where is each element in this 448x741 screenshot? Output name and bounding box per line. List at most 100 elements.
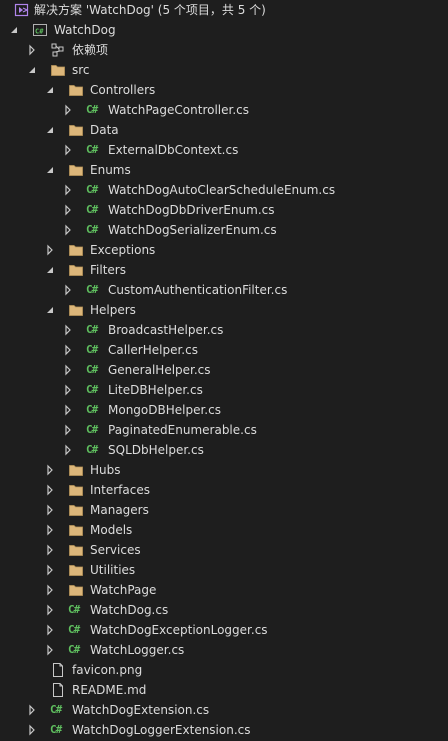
tree-row-file[interactable]: C# WatchPageController.cs <box>0 100 448 120</box>
chevron-collapsed-icon[interactable] <box>62 224 74 236</box>
csharp-file-icon: C# <box>86 103 98 116</box>
chevron-collapsed-icon[interactable] <box>62 444 74 456</box>
tree-row-folder[interactable]: Controllers <box>0 80 448 100</box>
tree-row-file[interactable]: favicon.png <box>0 660 448 680</box>
tree-item-label: src <box>72 63 90 77</box>
chevron-collapsed-icon[interactable] <box>62 424 74 436</box>
tree-row-file[interactable]: C# WatchDogDbDriverEnum.cs <box>0 200 448 220</box>
chevron-collapsed-icon[interactable] <box>26 704 38 716</box>
tree-row-file[interactable]: C# CallerHelper.cs <box>0 340 448 360</box>
tree-row-file[interactable]: C# SQLDbHelper.cs <box>0 440 448 460</box>
csharp-file-icon: C# <box>86 203 98 216</box>
tree-row-dependencies[interactable]: 依赖项 <box>0 40 448 60</box>
chevron-expanded-icon[interactable] <box>44 264 56 276</box>
tree-row-file[interactable]: C# ExternalDbContext.cs <box>0 140 448 160</box>
chevron-collapsed-icon[interactable] <box>26 724 38 736</box>
chevron-collapsed-icon[interactable] <box>62 104 74 116</box>
tree-row-file[interactable]: C# WatchDogAutoClearScheduleEnum.cs <box>0 180 448 200</box>
chevron-collapsed-icon[interactable] <box>44 464 56 476</box>
tree-row-folder[interactable]: src <box>0 60 448 80</box>
chevron-collapsed-icon[interactable] <box>44 544 56 556</box>
csharp-file-icon: C# <box>86 283 98 296</box>
chevron-collapsed-icon[interactable] <box>44 244 56 256</box>
csharp-file-icon: C# <box>68 643 80 656</box>
tree-row-file[interactable]: C# WatchDog.cs <box>0 600 448 620</box>
tree-row-file[interactable]: C# WatchDogLoggerExtension.cs <box>0 720 448 740</box>
chevron-expanded-icon[interactable] <box>44 164 56 176</box>
folder-icon <box>68 502 84 518</box>
chevron-expanded-icon[interactable] <box>44 304 56 316</box>
chevron-collapsed-icon[interactable] <box>44 484 56 496</box>
tree-row-folder[interactable]: Utilities <box>0 560 448 580</box>
chevron-collapsed-icon[interactable] <box>44 644 56 656</box>
tree-row-folder[interactable]: Helpers <box>0 300 448 320</box>
tree-row-folder[interactable]: Managers <box>0 500 448 520</box>
chevron-collapsed-icon[interactable] <box>62 204 74 216</box>
solution-icon <box>14 2 30 18</box>
chevron-collapsed-icon[interactable] <box>62 384 74 396</box>
chevron-collapsed-icon[interactable] <box>62 184 74 196</box>
csharp-file-icon: C# <box>86 403 98 416</box>
tree-item-label: WatchDogAutoClearScheduleEnum.cs <box>108 183 336 197</box>
folder-icon <box>68 162 84 178</box>
tree-row-file[interactable]: C# CustomAuthenticationFilter.cs <box>0 280 448 300</box>
chevron-expanded-icon[interactable] <box>8 24 20 36</box>
chevron-collapsed-icon[interactable] <box>62 324 74 336</box>
csharp-file-icon: C# <box>50 723 62 736</box>
csharp-file-icon: C# <box>68 623 80 636</box>
chevron-collapsed-icon[interactable] <box>62 284 74 296</box>
tree-row-folder[interactable]: Data <box>0 120 448 140</box>
dependencies-icon <box>50 42 66 58</box>
tree-row-project[interactable]: C# WatchDog <box>0 20 448 40</box>
tree-item-label: Services <box>90 543 141 557</box>
csharp-file-icon: C# <box>50 703 62 716</box>
chevron-collapsed-icon[interactable] <box>44 524 56 536</box>
chevron-collapsed-icon[interactable] <box>62 404 74 416</box>
tree-row-folder[interactable]: Interfaces <box>0 480 448 500</box>
folder-icon <box>68 122 84 138</box>
tree-row-folder[interactable]: Enums <box>0 160 448 180</box>
chevron-collapsed-icon[interactable] <box>62 144 74 156</box>
chevron-collapsed-icon[interactable] <box>62 364 74 376</box>
tree-row-folder[interactable]: Models <box>0 520 448 540</box>
tree-row-file[interactable]: C# GeneralHelper.cs <box>0 360 448 380</box>
folder-icon <box>68 522 84 538</box>
tree-item-label: SQLDbHelper.cs <box>108 443 204 457</box>
csharp-file-icon: C# <box>86 363 98 376</box>
chevron-collapsed-icon[interactable] <box>44 584 56 596</box>
tree-row-folder[interactable]: WatchPage <box>0 580 448 600</box>
tree-row-file[interactable]: C# WatchDogExtension.cs <box>0 700 448 720</box>
chevron-collapsed-icon[interactable] <box>44 624 56 636</box>
chevron-collapsed-icon[interactable] <box>26 44 38 56</box>
tree-row-solution[interactable]: 解决方案 'WatchDog' (5 个项目，共 5 个) <box>0 0 448 20</box>
chevron-collapsed-icon[interactable] <box>62 344 74 356</box>
tree-row-file[interactable]: C# WatchDogSerializerEnum.cs <box>0 220 448 240</box>
chevron-expanded-icon[interactable] <box>44 84 56 96</box>
tree-row-file[interactable]: C# BroadcastHelper.cs <box>0 320 448 340</box>
tree-item-label: WatchDogDbDriverEnum.cs <box>108 203 275 217</box>
chevron-collapsed-icon[interactable] <box>44 564 56 576</box>
tree-row-file[interactable]: C# MongoDBHelper.cs <box>0 400 448 420</box>
tree-row-folder[interactable]: Filters <box>0 260 448 280</box>
folder-icon <box>68 82 84 98</box>
chevron-collapsed-icon[interactable] <box>44 604 56 616</box>
chevron-collapsed-icon[interactable] <box>44 504 56 516</box>
tree-item-label: Controllers <box>90 83 156 97</box>
tree-item-label: favicon.png <box>72 663 143 677</box>
chevron-expanded-icon[interactable] <box>44 124 56 136</box>
chevron-expanded-icon[interactable] <box>26 64 38 76</box>
tree-row-folder[interactable]: Exceptions <box>0 240 448 260</box>
tree-row-folder[interactable]: Hubs <box>0 460 448 480</box>
tree-row-file[interactable]: C# LiteDBHelper.cs <box>0 380 448 400</box>
tree-item-label: Interfaces <box>90 483 150 497</box>
tree-item-label: Enums <box>90 163 131 177</box>
tree-row-file[interactable]: README.md <box>0 680 448 700</box>
tree-item-label: WatchLogger.cs <box>90 643 185 657</box>
folder-icon <box>68 542 84 558</box>
solution-label: 解决方案 'WatchDog' (5 个项目，共 5 个) <box>34 3 266 17</box>
tree-item-label: WatchDogSerializerEnum.cs <box>108 223 277 237</box>
tree-row-file[interactable]: C# PaginatedEnumerable.cs <box>0 420 448 440</box>
tree-row-file[interactable]: C# WatchDogExceptionLogger.cs <box>0 620 448 640</box>
tree-row-folder[interactable]: Services <box>0 540 448 560</box>
tree-row-file[interactable]: C# WatchLogger.cs <box>0 640 448 660</box>
